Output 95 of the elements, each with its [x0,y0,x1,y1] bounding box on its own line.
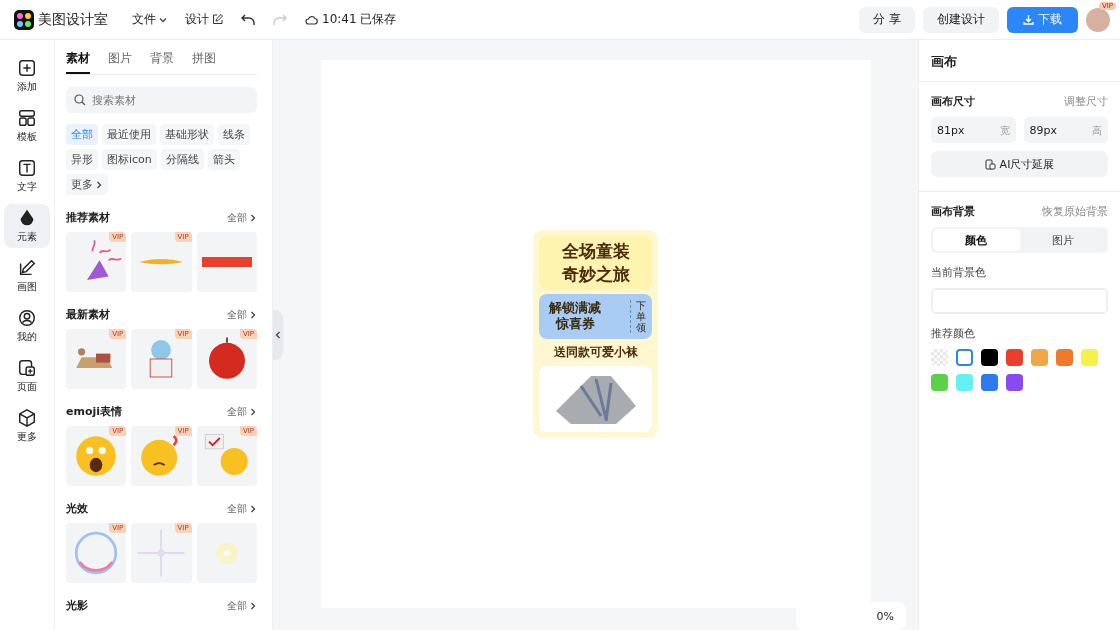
poster-card[interactable]: 全场童装 奇妙之旅 解锁满减 惊喜券 下单领 送同款可爱小袜 [533,230,658,438]
collapse-handle[interactable] [273,310,283,360]
color-swatch[interactable] [1006,349,1023,366]
color-swatch[interactable] [981,374,998,391]
section-label: 画布背景 [931,204,975,219]
rail-item[interactable]: 模板 [4,104,50,148]
rail-icon [17,408,37,428]
resize-icon [984,158,996,170]
app-name: 美图设计室 [38,10,108,29]
color-swatch[interactable] [1081,349,1098,366]
resize-link[interactable]: 调整尺寸 [1064,94,1108,109]
panel-tab[interactable]: 拼图 [192,50,216,74]
color-swatch[interactable] [1031,349,1048,366]
user-avatar[interactable] [1086,7,1110,32]
rail-icon [17,58,37,78]
panel-tab[interactable]: 素材 [66,50,90,74]
poster-headline: 全场童装 奇妙之旅 [539,236,652,289]
rail-item[interactable]: 元素 [4,204,50,248]
app-logo-icon [14,9,34,30]
filter-chip[interactable]: 分隔线 [160,149,204,170]
panel-tab[interactable]: 图片 [108,50,132,74]
zoom-indicator[interactable]: 0% [796,602,906,630]
chevron-right-icon [249,407,257,416]
chevron-right-icon [249,601,257,610]
unit-label: 宽 [999,124,1010,138]
section-title: 推荐素材 [66,210,110,225]
chevron-down-icon [159,15,167,24]
rail-icon [17,158,37,178]
search-icon [74,94,86,106]
color-swatch[interactable] [956,374,973,391]
color-swatch[interactable] [1056,349,1073,366]
coupon-side-text: 下单领 [630,299,646,333]
section-title: 光影 [66,598,88,613]
color-swatch[interactable] [931,374,948,391]
rail-item[interactable]: 文字 [4,154,50,198]
rail-item[interactable]: 添加 [4,54,50,98]
sticker-drawing [201,257,252,267]
rail-icon [17,258,37,278]
color-swatch[interactable] [956,349,973,366]
cloud-icon [305,14,318,25]
section-title: 最新素材 [66,307,110,322]
chevron-right-icon [249,213,257,222]
filter-chip[interactable]: 图标icon [102,149,157,170]
toolbar-button[interactable]: 创建设计 [923,6,999,33]
coupon-text: 解锁满减 惊喜券 [549,299,601,333]
sticker-thumbnail[interactable] [196,523,257,583]
filter-chip[interactable]: 线条 [218,124,250,145]
toolbar-button[interactable]: 分 享 [859,6,915,33]
edit-icon [212,14,223,25]
chevron-right-icon [249,504,257,513]
color-swatch[interactable] [1006,374,1023,391]
unit-label: 高 [1092,124,1102,138]
filter-chip[interactable]: 最近使用 [102,124,156,145]
ai-resize-button[interactable]: AI尺寸延展 [931,151,1108,177]
sticker-drawing [139,258,184,266]
color-swatch[interactable] [981,349,998,366]
undo-icon[interactable] [241,13,255,26]
rail-icon [17,108,37,128]
rail-icon [17,308,37,328]
sticker-thumbnail[interactable] [196,232,257,292]
section-label: 画布尺寸 [931,94,975,109]
see-all-link[interactable]: 全部 [227,404,257,419]
segment-tab[interactable]: 图片 [1019,229,1106,251]
menu-item[interactable]: 设计 [185,11,223,28]
see-all-link[interactable]: 全部 [227,598,257,613]
section-title: emoji表情 [66,404,123,419]
chevron-left-icon [274,331,282,339]
see-all-link[interactable]: 全部 [227,307,257,322]
see-all-link[interactable]: 全部 [227,501,257,516]
chevron-right-icon [249,310,257,319]
gift-text: 送同款可爱小袜 [553,343,638,361]
rail-item[interactable]: 更多 [4,404,50,448]
field-label: 推荐颜色 [931,326,976,341]
panel-title: 画布 [919,40,1120,82]
section-title: 光效 [66,501,88,516]
redo-icon[interactable] [273,13,287,26]
filter-chip[interactable]: 更多 [66,174,108,195]
download-icon [1023,14,1034,25]
filter-chip[interactable]: 箭头 [207,149,240,170]
chevron-right-icon [95,180,103,189]
menu-item[interactable]: 文件 [132,11,167,28]
save-status: 10:41 已保存 [305,11,397,28]
panel-tab[interactable]: 背景 [150,50,174,74]
download-button[interactable]: 下载 [1007,6,1078,33]
reset-link[interactable]: 恢复原始背景 [1042,204,1108,219]
rail-icon [17,358,37,378]
rail-item[interactable]: 我的 [4,304,50,348]
see-all-link[interactable]: 全部 [227,210,257,225]
filter-chip[interactable]: 异形 [66,149,98,170]
filter-chip[interactable]: 基础形状 [160,124,214,145]
field-label: 当前背景色 [931,265,987,280]
segment-tab[interactable]: 颜色 [933,229,1020,251]
search-field[interactable]: 搜索素材 [66,87,257,113]
rail-item[interactable]: 页面 [4,354,50,398]
rail-item[interactable]: 画图 [4,254,50,298]
